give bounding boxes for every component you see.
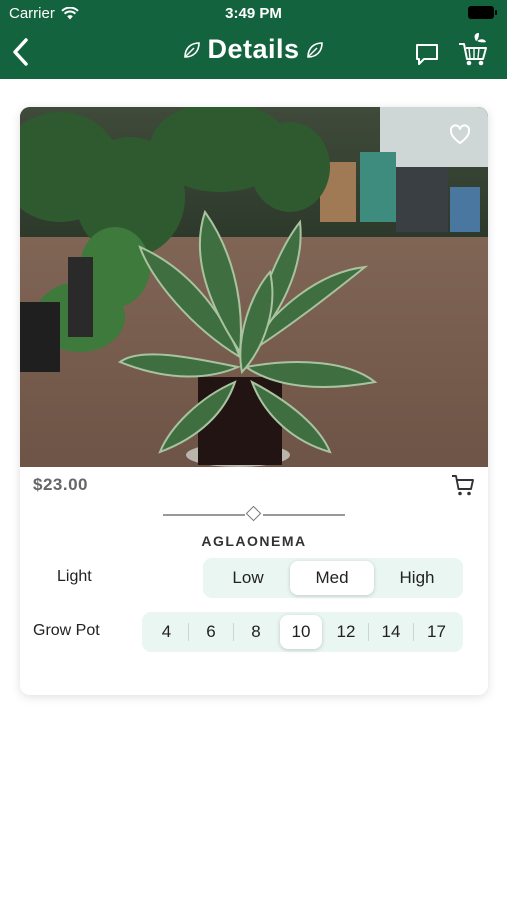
pot-option-8[interactable]: 8 xyxy=(234,612,278,652)
product-card: $23.00 AGLAONEMA Light Low Med High Grow… xyxy=(20,107,488,695)
chat-button[interactable] xyxy=(413,40,441,68)
light-selector: Low Med High xyxy=(203,558,463,598)
product-photo xyxy=(20,107,488,467)
pot-option-10[interactable]: 10 xyxy=(280,615,322,649)
status-time: 3:49 PM xyxy=(225,5,282,22)
divider-line xyxy=(263,514,345,516)
diamond-divider-icon xyxy=(245,505,262,522)
light-option-low[interactable]: Low xyxy=(206,558,290,598)
pot-option-6[interactable]: 6 xyxy=(189,612,233,652)
product-name: AGLAONEMA xyxy=(201,533,307,549)
light-option-high[interactable]: High xyxy=(374,558,460,598)
divider-line xyxy=(163,514,245,516)
plant-image xyxy=(20,107,488,467)
light-option-med[interactable]: Med xyxy=(290,561,374,595)
status-bar: Carrier 3:49 PM xyxy=(0,0,507,28)
favorite-button[interactable] xyxy=(449,124,471,146)
pot-option-12[interactable]: 12 xyxy=(324,612,368,652)
app-header: Carrier 3:49 PM Details xyxy=(0,0,507,79)
leaf-icon xyxy=(306,41,323,58)
grow-pot-selector: 4 6 8 10 12 14 17 xyxy=(142,612,463,652)
pot-option-17[interactable]: 17 xyxy=(414,612,459,652)
pot-option-14[interactable]: 14 xyxy=(369,612,413,652)
leaf-icon xyxy=(184,41,201,58)
pot-option-4[interactable]: 4 xyxy=(145,612,188,652)
page-title: Details xyxy=(207,34,300,64)
add-to-cart-button[interactable] xyxy=(451,473,475,497)
cart-button[interactable] xyxy=(457,32,489,68)
light-label: Light xyxy=(57,568,92,585)
grow-pot-label: Grow Pot xyxy=(33,622,100,639)
product-price: $23.00 xyxy=(33,475,88,494)
battery-icon xyxy=(468,6,497,19)
nav-bar: Details xyxy=(0,30,507,75)
